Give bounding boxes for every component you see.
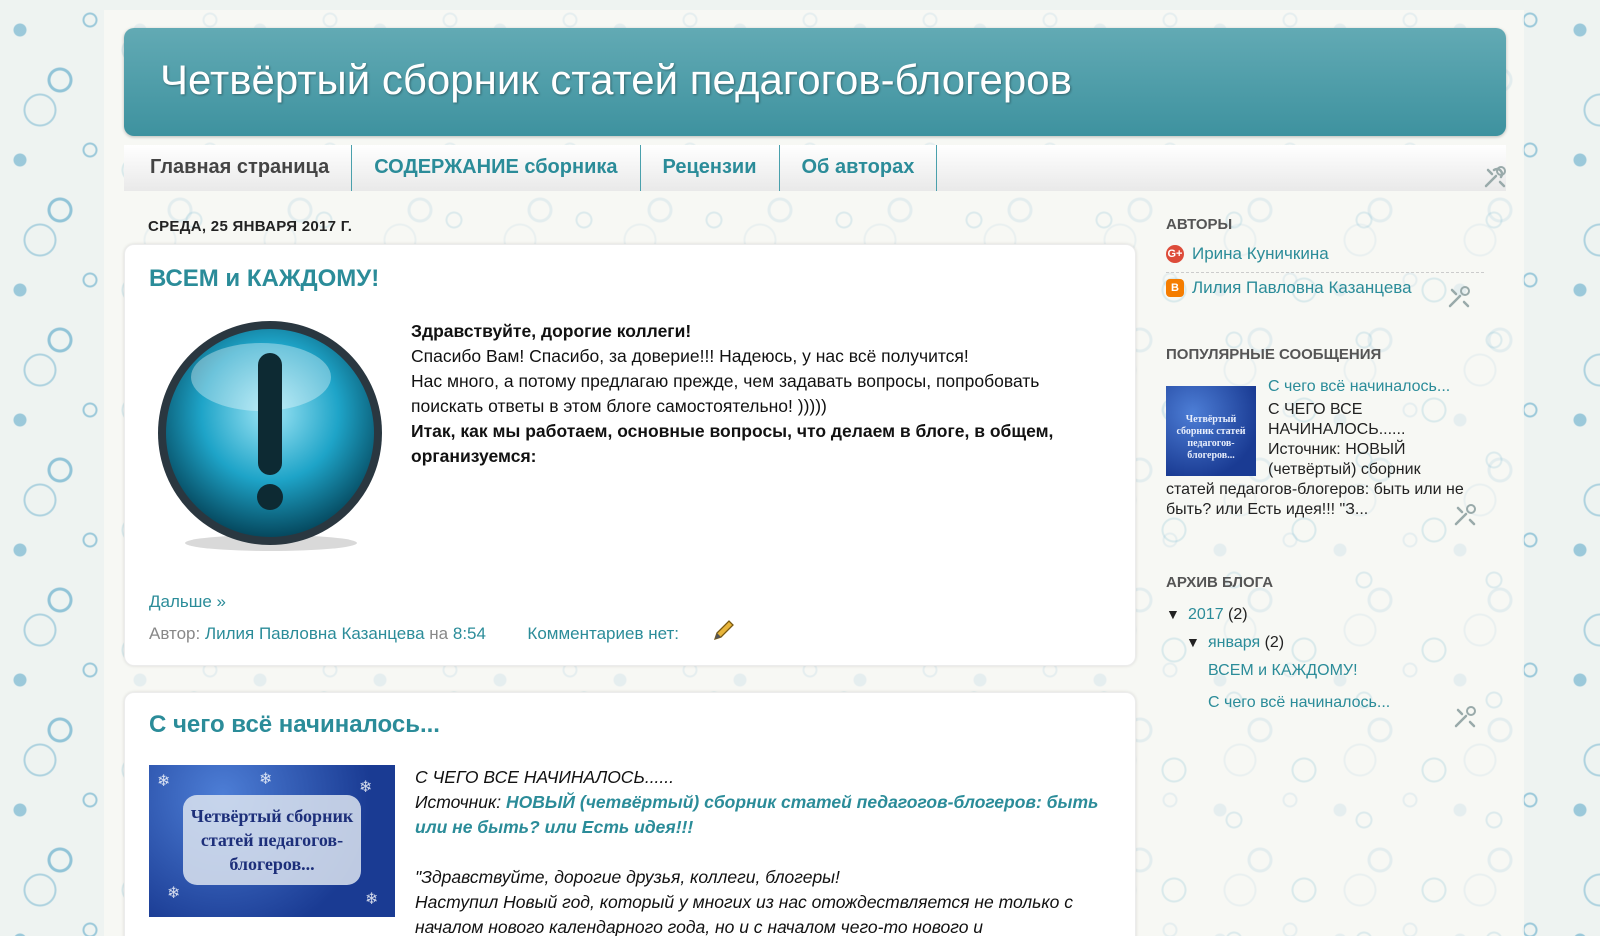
post-card: С чего всё начиналось... ❄ ❄ ❄ ❄ ❄ Четвё… — [124, 692, 1136, 936]
post-line: Спасибо Вам! Спасибо, за доверие!!! Наде… — [411, 346, 969, 366]
read-more-link[interactable]: Дальше » — [149, 592, 226, 612]
archive-month-link[interactable]: января — [1208, 634, 1260, 651]
post-footer: Автор: Лилия Павловна Казанцева на 8:54 … — [149, 624, 679, 644]
post-line: Нас много, а потому предлагаю прежде, че… — [411, 371, 1040, 416]
post-source: Источник: НОВЫЙ (четвёртый) сборник стат… — [415, 790, 1115, 840]
post-thumbnail[interactable]: ❄ ❄ ❄ ❄ ❄ Четвёртый сборник статей педаг… — [149, 765, 395, 917]
popular-thumbnail[interactable]: Четвёртый сборник статей педагогов-блоге… — [1166, 386, 1256, 476]
edit-wrench-icon[interactable] — [1446, 284, 1472, 310]
author-prefix: Автор: — [149, 624, 201, 643]
post-line: Итак, как мы работаем, основные вопросы,… — [411, 421, 1054, 466]
post-body: Здравствуйте, дорогие коллеги! Спасибо В… — [411, 319, 1111, 469]
pencil-edit-icon[interactable] — [711, 617, 737, 643]
archive-year[interactable]: ▼ 2017 (2) — [1166, 606, 1248, 624]
authors-heading: АВТОРЫ — [1166, 216, 1233, 233]
post-body: С ЧЕГО ВСЕ НАЧИНАЛОСЬ...... Источник: НО… — [415, 765, 1115, 936]
expand-toggle-icon[interactable]: ▼ — [1186, 634, 1208, 650]
at-label: на — [429, 624, 449, 643]
exclamation-icon — [158, 321, 382, 551]
archive-heading: АРХИВ БЛОГА — [1166, 574, 1274, 591]
google-plus-icon: G+ — [1166, 245, 1184, 263]
tab-home[interactable]: Главная страница — [124, 145, 353, 191]
post-line: Наступил Новый год, который у многих из … — [415, 892, 1073, 936]
archive-year-count: (2) — [1228, 606, 1248, 623]
author-name[interactable]: Ирина Куничкина — [1192, 244, 1329, 264]
archive-month[interactable]: ▼ января (2) — [1186, 634, 1284, 652]
author-name[interactable]: Лилия Павловна Казанцева — [1192, 278, 1412, 298]
edit-wrench-icon[interactable] — [1452, 704, 1478, 730]
archive-post-link[interactable]: ВСЕМ и КАЖДОМУ! — [1208, 662, 1358, 679]
popular-thumb-caption: Четвёртый сборник статей педагогов-блоге… — [1176, 414, 1246, 461]
tab-about-authors[interactable]: Об авторах — [780, 145, 938, 191]
post-time-link[interactable]: 8:54 — [453, 624, 486, 643]
popular-post-link[interactable]: С чего всё начиналось... — [1268, 378, 1450, 396]
post-title[interactable]: ВСЕМ и КАЖДОМУ! — [149, 265, 379, 293]
archive-post-link[interactable]: С чего всё начиналось... — [1208, 694, 1390, 711]
date-header: СРЕДА, 25 ЯНВАРЯ 2017 Г. — [148, 218, 353, 235]
source-prefix: Источник: — [415, 792, 502, 812]
tab-reviews[interactable]: Рецензии — [641, 145, 780, 191]
source-new[interactable]: НОВЫЙ — [506, 792, 575, 812]
source-end[interactable]: Есть идея!!! — [582, 817, 693, 837]
edit-wrench-icon[interactable] — [1482, 164, 1508, 190]
sidebar-author[interactable]: B Лилия Павловна Казанцева — [1166, 278, 1412, 298]
post-line: "Здравствуйте, дорогие друзья, коллеги, … — [415, 867, 840, 887]
blog-title[interactable]: Четвёртый сборник статей педагогов-блоге… — [160, 56, 1072, 104]
post-author-link[interactable]: Лилия Павловна Казанцева — [205, 624, 425, 643]
tab-contents[interactable]: СОДЕРЖАНИЕ сборника — [352, 145, 641, 191]
expand-toggle-icon[interactable]: ▼ — [1166, 606, 1188, 622]
post-title[interactable]: С чего всё начиналось... — [149, 711, 440, 739]
page-tabs: Главная страница СОДЕРЖАНИЕ сборника Рец… — [124, 145, 1506, 191]
thumbnail-caption: Четвёртый сборник статей педагогов-блоге… — [183, 795, 361, 885]
popular-snippet: статей педагогов-блогеров: быть или не б… — [1166, 481, 1464, 518]
edit-wrench-icon[interactable] — [1452, 502, 1478, 528]
post-greeting: Здравствуйте, дорогие коллеги! — [411, 321, 692, 341]
post-card: ВСЕМ и КАЖДОМУ! Здравствуйте, дорогие ко… — [124, 244, 1136, 666]
sidebar-author[interactable]: G+ Ирина Куничкина — [1166, 244, 1329, 264]
blogger-icon: B — [1166, 279, 1184, 297]
popular-snippet: С ЧЕГО ВСЕ НАЧИНАЛОСЬ...... Источник: НО… — [1268, 401, 1421, 478]
archive-post[interactable]: ВСЕМ и КАЖДОМУ! — [1208, 662, 1358, 680]
archive-post[interactable]: С чего всё начиналось... — [1208, 694, 1390, 712]
archive-month-count: (2) — [1264, 634, 1285, 651]
blog-header: Четвёртый сборник статей педагогов-блоге… — [124, 28, 1506, 136]
post-line: С ЧЕГО ВСЕ НАЧИНАЛОСЬ...... — [415, 767, 675, 787]
comments-link[interactable]: Комментариев нет: — [527, 624, 679, 643]
popular-heading: ПОПУЛЯРНЫЕ СООБЩЕНИЯ — [1166, 346, 1382, 363]
archive-year-link[interactable]: 2017 — [1188, 606, 1224, 623]
